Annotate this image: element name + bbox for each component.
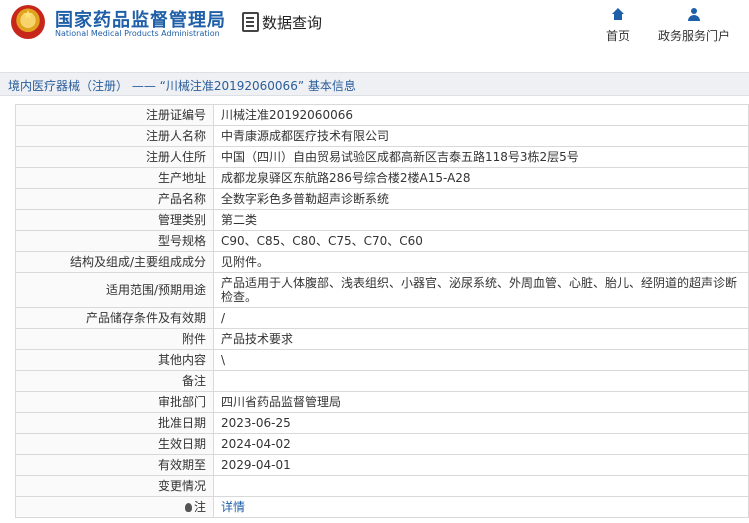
- row-value: 见附件。: [213, 251, 749, 273]
- table-row: 产品名称 全数字彩色多普勒超声诊断系统: [15, 188, 749, 210]
- user-icon: [688, 8, 700, 22]
- row-value: 2024-04-02: [213, 433, 749, 455]
- row-value: 第二类: [213, 209, 749, 231]
- row-value: 四川省药品监督管理局: [213, 391, 749, 413]
- org-subtitle: National Medical Products Administration: [55, 29, 220, 38]
- row-label: 生产地址: [15, 167, 214, 189]
- row-label: 管理类别: [15, 209, 214, 231]
- row-label: 备注: [15, 370, 214, 392]
- row-label: 审批部门: [15, 391, 214, 413]
- lightbulb-icon: [184, 503, 192, 512]
- breadcrumb: 境内医疗器械（注册） —— “川械注准20192060066” 基本信息: [0, 72, 749, 96]
- row-value: \: [213, 349, 749, 371]
- table-row: 型号规格 C90、C85、C80、C75、C70、C60: [15, 230, 749, 252]
- row-label: 有效期至: [15, 454, 214, 476]
- row-label: 注册人住所: [15, 146, 214, 168]
- row-label-note: 注: [15, 496, 214, 518]
- data-query-title: 数据查询: [262, 14, 323, 32]
- table-row: 产品储存条件及有效期 /: [15, 307, 749, 329]
- table-row: 结构及组成/主要组成成分 见附件。: [15, 251, 749, 273]
- row-label: 批准日期: [15, 412, 214, 434]
- row-value: 成都龙泉驿区东航路286号综合楼2楼A15-A28: [213, 167, 749, 189]
- table-row: 注册人住所 中国（四川）自由贸易试验区成都高新区吉泰五路118号3栋2层5号: [15, 146, 749, 168]
- row-label: 型号规格: [15, 230, 214, 252]
- site-header: 国家药品监督管理局 National Medical Products Admi…: [0, 0, 749, 62]
- row-value: C90、C85、C80、C75、C70、C60: [213, 230, 749, 252]
- row-value: 产品适用于人体腹部、浅表组织、小器官、泌尿系统、外周血管、心脏、胎儿、经阴道的超…: [213, 272, 749, 308]
- table-row: 有效期至 2029-04-01: [15, 454, 749, 476]
- row-label: 生效日期: [15, 433, 214, 455]
- row-label: 结构及组成/主要组成成分: [15, 251, 214, 273]
- row-value: 2029-04-01: [213, 454, 749, 476]
- table-row: 注 详情: [15, 496, 749, 518]
- national-emblem-icon: [11, 5, 45, 39]
- row-value: /: [213, 307, 749, 329]
- row-label: 适用范围/预期用途: [15, 272, 214, 308]
- nav-home-label: 首页: [605, 29, 630, 43]
- table-row: 审批部门 四川省药品监督管理局: [15, 391, 749, 413]
- row-label: 附件: [15, 328, 214, 350]
- row-value: 全数字彩色多普勒超声诊断系统: [213, 188, 749, 210]
- row-value: 川械注准20192060066: [213, 104, 749, 126]
- table-row: 备注: [15, 370, 749, 392]
- table-row: 适用范围/预期用途 产品适用于人体腹部、浅表组织、小器官、泌尿系统、外周血管、心脏…: [15, 272, 749, 308]
- table-row: 其他内容 \: [15, 349, 749, 371]
- table-row: 生产地址 成都龙泉驿区东航路286号综合楼2楼A15-A28: [15, 167, 749, 189]
- table-row: 注册证编号 川械注准20192060066: [15, 104, 749, 126]
- row-value: 中国（四川）自由贸易试验区成都高新区吉泰五路118号3栋2层5号: [213, 146, 749, 168]
- row-label: 注册证编号: [15, 104, 214, 126]
- table-row: 附件 产品技术要求: [15, 328, 749, 350]
- note-label: 注: [193, 500, 206, 514]
- table-row: 生效日期 2024-04-02: [15, 433, 749, 455]
- row-value: 2023-06-25: [213, 412, 749, 434]
- table-row: 注册人名称 中青康源成都医疗技术有限公司: [15, 125, 749, 147]
- row-label: 注册人名称: [15, 125, 214, 147]
- nav-service-portal[interactable]: 政务服务门户: [655, 8, 733, 44]
- row-value: 产品技术要求: [213, 328, 749, 350]
- row-value: 中青康源成都医疗技术有限公司: [213, 125, 749, 147]
- row-label: 产品名称: [15, 188, 214, 210]
- row-value: [213, 370, 749, 392]
- row-value: 详情: [213, 496, 749, 518]
- table-row: 变更情况: [15, 475, 749, 497]
- nav-home[interactable]: 首页: [601, 8, 635, 44]
- table-row: 批准日期 2023-06-25: [15, 412, 749, 434]
- row-label: 变更情况: [15, 475, 214, 497]
- table-row: 管理类别 第二类: [15, 209, 749, 231]
- details-link[interactable]: 详情: [221, 500, 245, 514]
- home-icon: [612, 8, 624, 22]
- row-value: [213, 475, 749, 497]
- document-list-icon: [242, 12, 259, 32]
- row-label: 产品储存条件及有效期: [15, 307, 214, 329]
- registration-info-table: 注册证编号 川械注准20192060066 注册人名称 中青康源成都医疗技术有限公司…: [15, 104, 749, 518]
- row-label: 其他内容: [15, 349, 214, 371]
- nav-service-portal-label: 政务服务门户: [657, 29, 730, 43]
